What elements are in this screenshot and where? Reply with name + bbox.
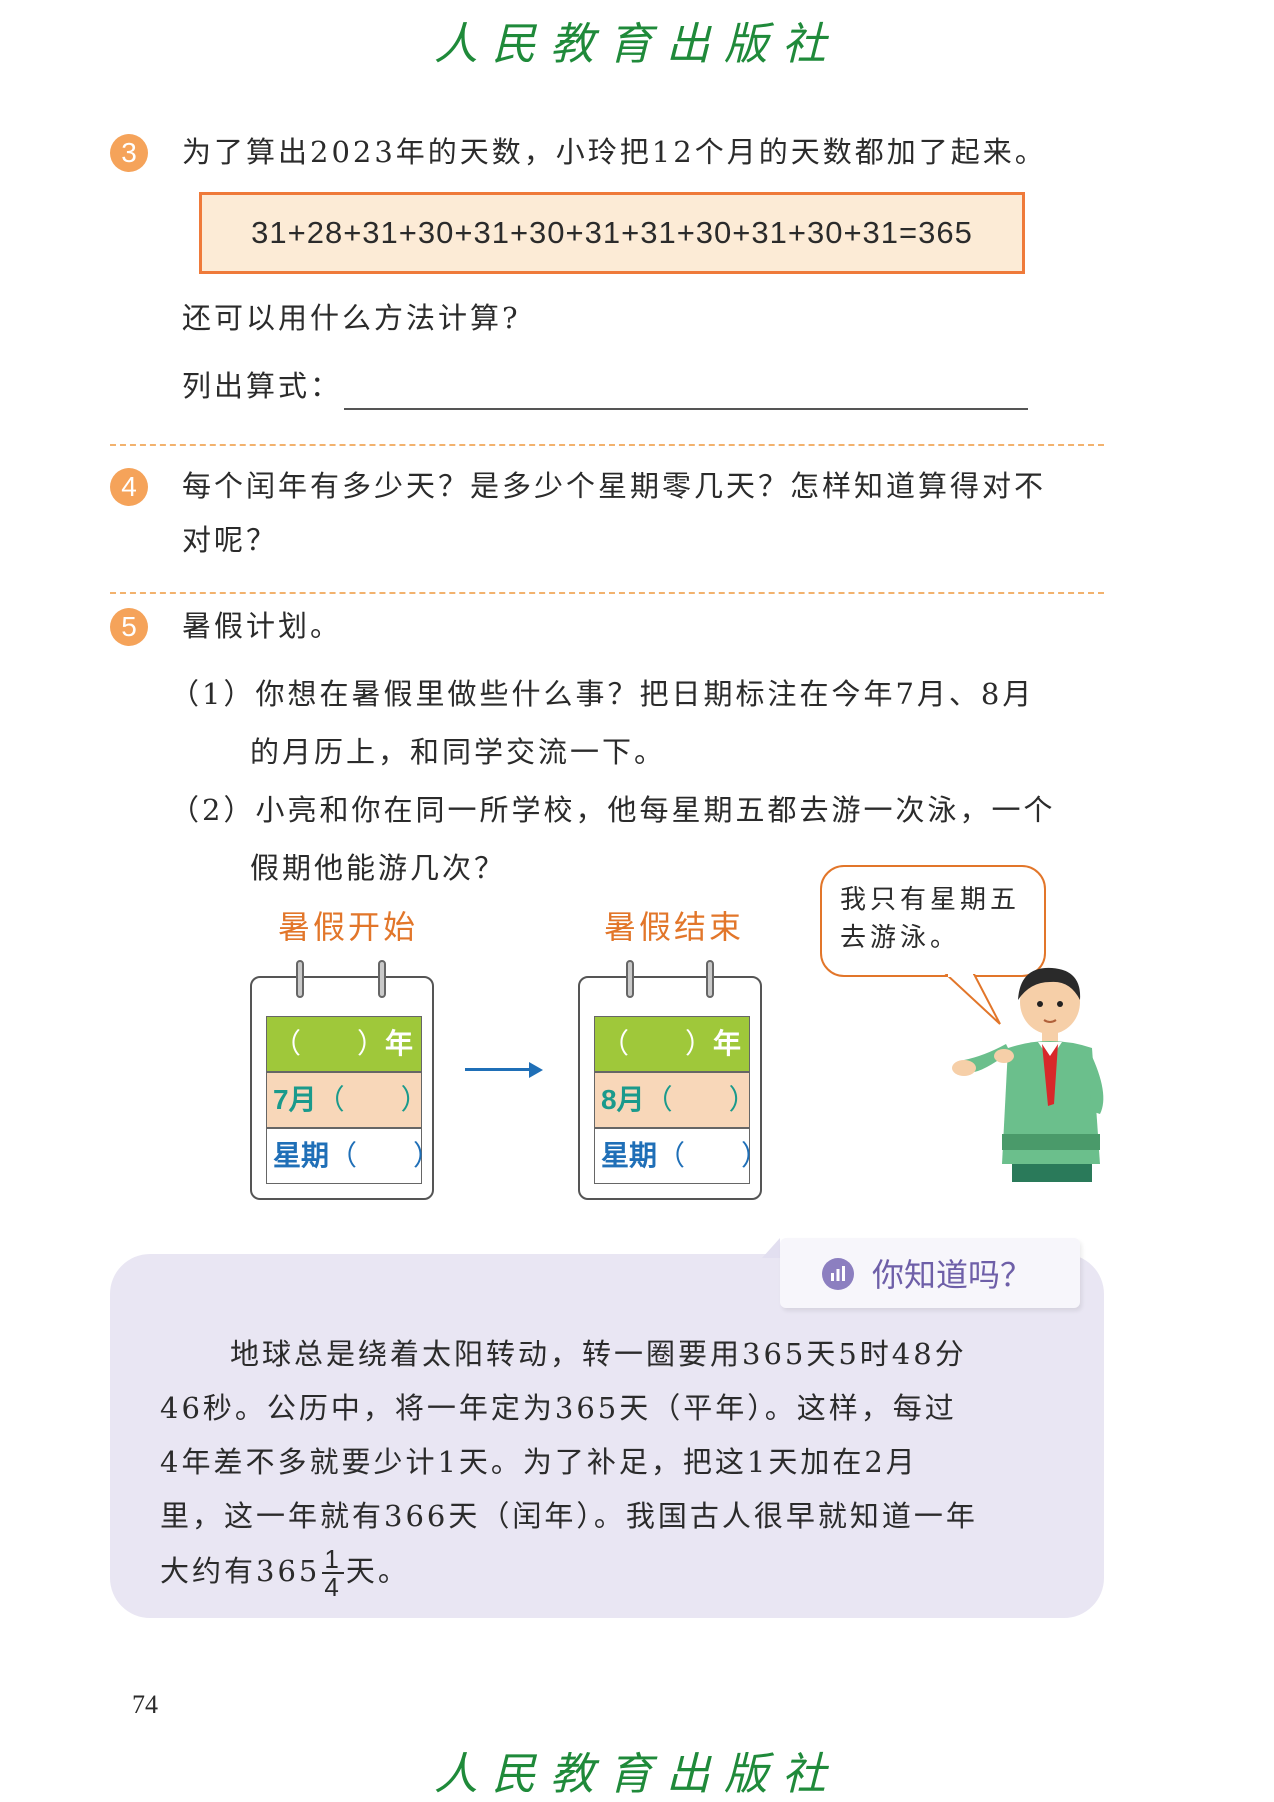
info-title: 你知道吗？ xyxy=(872,1256,1033,1294)
question-4-line2: 对呢？ xyxy=(182,523,279,557)
fraction-denominator: 4 xyxy=(324,1572,342,1602)
question-5-part2-line1: （2）小亮和你在同一所学校，他每星期五都去游一次泳，一个 xyxy=(170,793,1056,827)
question-4-line1: 每个闰年有多少天？是多少个星期零几天？怎样知道算得对不 xyxy=(182,469,1047,503)
calendar-end-week-row[interactable]: 星期（ ） xyxy=(594,1128,769,1184)
info-line-1: 地球总是绕着太阳转动，转一圈要用365天5时48分 xyxy=(230,1337,967,1371)
question-number-5: 5 xyxy=(110,608,148,646)
arrow-right-icon xyxy=(465,1068,531,1071)
week-label: 星期 xyxy=(273,1140,330,1171)
year-label: 年 xyxy=(713,1028,742,1059)
weekday-blank[interactable]: （ ） xyxy=(657,1140,769,1171)
equation-box: 31+28+31+30+31+30+31+31+30+31+30+31=365 xyxy=(199,192,1025,274)
fraction-numerator: 1 xyxy=(322,1544,344,1574)
calendar-ring-icon xyxy=(626,960,634,998)
year-blank[interactable]: （ ） xyxy=(273,1028,385,1059)
answer-line[interactable] xyxy=(344,408,1028,410)
weekday-blank[interactable]: （ ） xyxy=(329,1140,441,1171)
info-line-3: 4年差不多就要少计1天。为了补足，把这1天加在2月 xyxy=(160,1445,918,1479)
info-line-4: 里，这一年就有366天（闰年）。我国古人很早就知道一年 xyxy=(160,1499,978,1533)
speech-bubble: 我只有星期五 去游泳。 xyxy=(820,865,1046,977)
fraction-one-quarter: 14 xyxy=(322,1544,344,1602)
calendar-ring-icon xyxy=(706,960,714,998)
arrow-head-icon xyxy=(529,1062,543,1078)
page-number: 74 xyxy=(132,1690,158,1719)
calendar-start-week-row[interactable]: 星期（ ） xyxy=(266,1128,441,1184)
year-blank[interactable]: （ ） xyxy=(601,1028,713,1059)
week-label: 星期 xyxy=(601,1140,658,1171)
calendar-start: （ ）年 7月（ ） 星期（ ） xyxy=(250,976,441,1200)
question-3-text: 为了算出2023年的天数，小玲把12个月的天数都加了起来。 xyxy=(182,135,1047,169)
calendar-ring-icon xyxy=(378,960,386,998)
question-3-prompt: 还可以用什么方法计算? xyxy=(182,301,521,335)
calendar-end-month-row[interactable]: 8月（ ） xyxy=(594,1072,757,1128)
question-5-title: 暑假计划。 xyxy=(182,609,343,643)
info-line-5: 大约有365 1 4 天。 xyxy=(160,1546,410,1600)
month-label: 8月 xyxy=(601,1084,645,1115)
formula-label: 列出算式： xyxy=(182,369,343,403)
question-5-part1-line1: （1）你想在暑假里做些什么事？把日期标注在今年7月、8月 xyxy=(170,677,1035,711)
question-number-4: 4 xyxy=(110,468,148,506)
calendar-end-title: 暑假结束 xyxy=(604,908,745,946)
calendar-ring-icon xyxy=(296,960,304,998)
publisher-header: 人民教育出版社 xyxy=(434,19,840,70)
year-label: 年 xyxy=(385,1028,414,1059)
month-label: 7月 xyxy=(273,1084,317,1115)
info-tab-notch xyxy=(762,1238,780,1258)
publisher-footer: 人民教育出版社 xyxy=(434,1749,840,1800)
boy-illustration xyxy=(952,967,1104,1182)
section-divider xyxy=(110,444,1104,446)
day-blank[interactable]: （ ） xyxy=(645,1084,757,1115)
section-divider xyxy=(110,592,1104,594)
speech-line-2: 去游泳。 xyxy=(840,923,961,953)
question-5-part1-line2: 的月历上，和同学交流一下。 xyxy=(250,735,667,769)
calendar-start-year-row[interactable]: （ ）年 xyxy=(266,1016,422,1072)
speech-line-1: 我只有星期五 xyxy=(840,885,1021,915)
info-line-2: 46秒。公历中，将一年定为365天（平年）。这样，每过 xyxy=(160,1391,957,1425)
info-line-5-suffix: 天。 xyxy=(345,1554,410,1588)
info-line-5-prefix: 大约有365 xyxy=(160,1554,321,1588)
bar-chart-icon xyxy=(822,1258,854,1290)
calendar-start-title: 暑假开始 xyxy=(278,908,419,946)
calendar-end: （ ）年 8月（ ） 星期（ ） xyxy=(578,976,769,1200)
calendar-end-year-row[interactable]: （ ）年 xyxy=(594,1016,750,1072)
day-blank[interactable]: （ ） xyxy=(317,1084,429,1115)
question-5-part2-line2: 假期他能游几次？ xyxy=(250,851,507,885)
calendar-start-month-row[interactable]: 7月（ ） xyxy=(266,1072,429,1128)
question-number-3: 3 xyxy=(110,134,148,172)
